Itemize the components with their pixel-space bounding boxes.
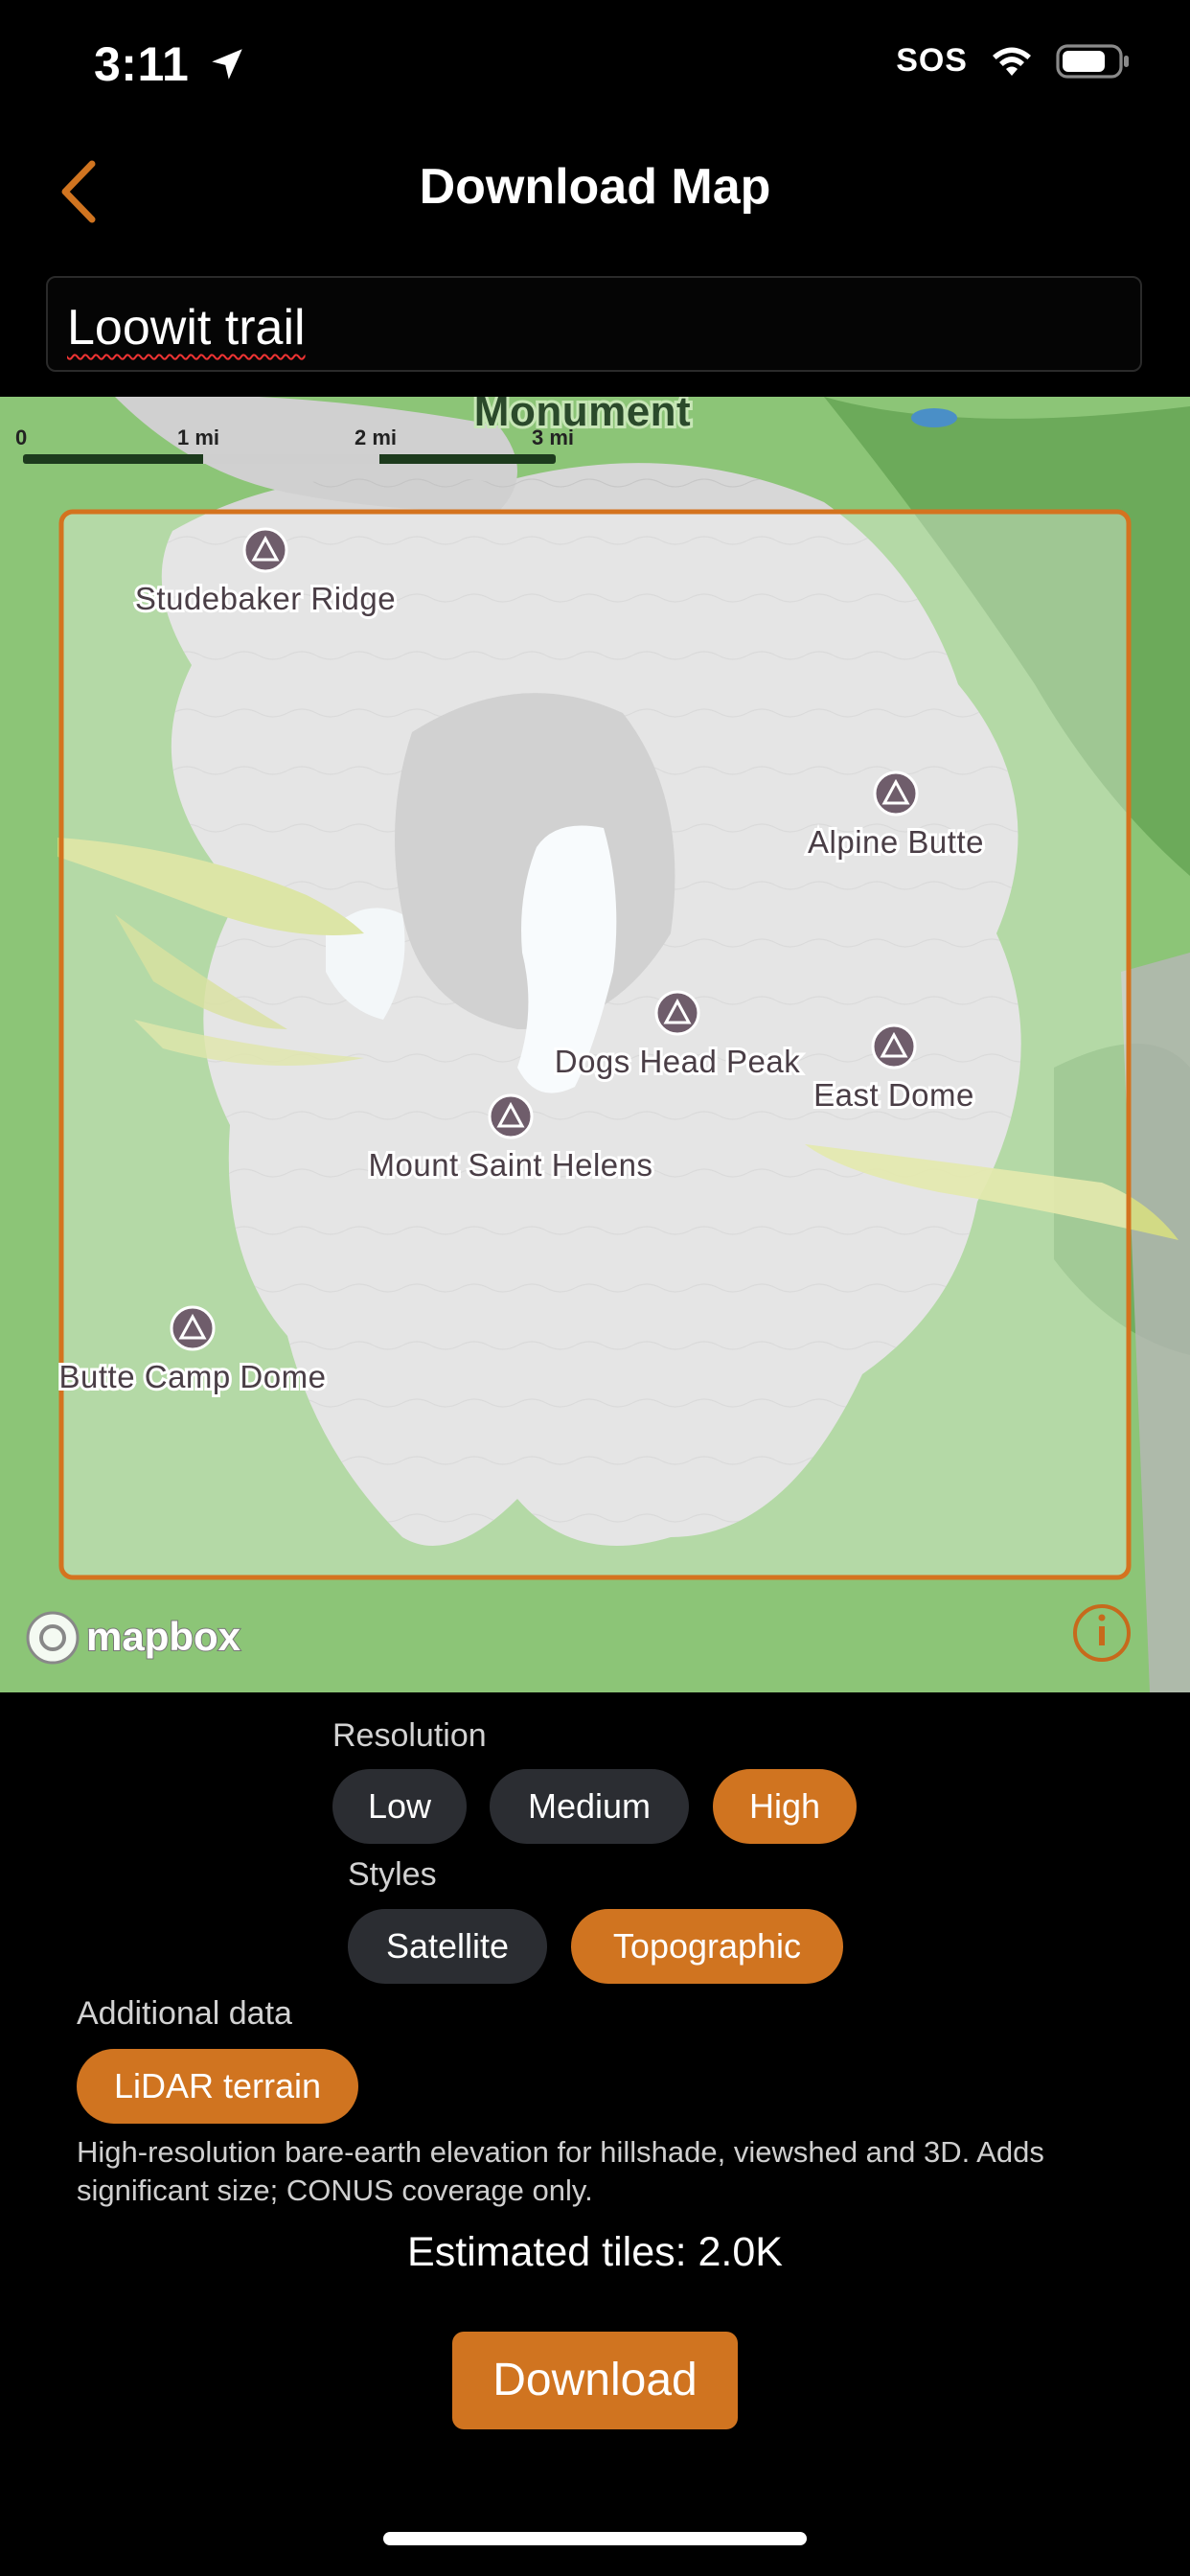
peak-label: Butte Camp Dome xyxy=(59,1359,327,1394)
location-arrow-icon xyxy=(211,49,242,80)
lidar-description: High-resolution bare-earth elevation for… xyxy=(77,2135,1044,2207)
status-time: 3:11 xyxy=(94,36,247,92)
page-title: Download Map xyxy=(419,159,771,215)
resolution-label: Resolution xyxy=(332,1717,487,1754)
resolution-low-button[interactable]: Low xyxy=(332,1769,467,1844)
peak-label: Studebaker Ridge xyxy=(135,581,396,616)
scale-tick-2: 2 mi xyxy=(355,426,397,449)
scale-tick-0: 0 xyxy=(15,426,27,449)
style-topographic-button[interactable]: Topographic xyxy=(571,1909,843,1984)
resolution-medium-button[interactable]: Medium xyxy=(490,1769,689,1844)
estimated-tiles: Estimated tiles: 2.0K xyxy=(407,2229,783,2275)
peak-label: Mount Saint Helens xyxy=(369,1147,653,1183)
peak-label: East Dome xyxy=(813,1077,974,1113)
map-name-input[interactable]: Loowit trail xyxy=(46,276,1142,372)
download-button[interactable]: Download xyxy=(452,2332,738,2429)
scale-bar-segment xyxy=(203,454,379,464)
battery-icon xyxy=(1056,43,1129,79)
resolution-high-button[interactable]: High xyxy=(713,1769,857,1844)
scale-tick-1: 1 mi xyxy=(177,426,219,449)
sos-indicator: SOS xyxy=(896,42,968,79)
map-view[interactable]: Monument 0 1 mi 2 mi 3 mi Studebaker Rid… xyxy=(0,397,1190,1692)
home-indicator[interactable] xyxy=(383,2532,807,2545)
map-area-label: Monument xyxy=(474,397,691,435)
wifi-icon xyxy=(993,47,1031,76)
map-name-value: Loowit trail xyxy=(67,300,306,356)
lidar-terrain-toggle[interactable]: LiDAR terrain xyxy=(77,2049,358,2124)
mapbox-wordmark: mapbox xyxy=(86,1614,241,1659)
styles-label: Styles xyxy=(348,1856,437,1893)
status-icons: SOS xyxy=(896,42,1133,80)
style-satellite-button[interactable]: Satellite xyxy=(348,1909,547,1984)
lake xyxy=(911,408,957,427)
peak-label: Dogs Head Peak xyxy=(555,1044,800,1079)
additional-data-label: Additional data xyxy=(77,1995,292,2032)
scale-tick-3: 3 mi xyxy=(532,426,574,449)
peak-label: Alpine Butte xyxy=(808,824,984,860)
mapbox-logo[interactable]: mapbox xyxy=(26,1611,242,1665)
